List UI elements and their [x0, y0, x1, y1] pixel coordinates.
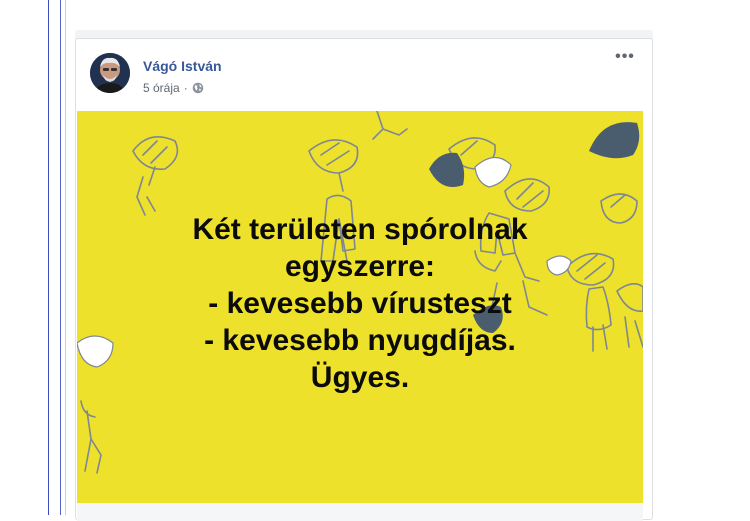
image-text: Két területen spórolnak egyszerre: - kev… [77, 211, 643, 396]
meta-separator: · [183, 81, 188, 95]
page-border-line [65, 0, 66, 515]
post-card: Vágó István 5 órája · ••• Két területen … [75, 38, 653, 521]
post-footer [77, 503, 643, 521]
avatar[interactable] [90, 53, 130, 93]
image-text-line: Két területen spórolnak [192, 213, 528, 246]
image-text-line: Ügyes. [310, 361, 410, 394]
image-text-line: - kevesebb nyugdíjas. [204, 324, 516, 357]
feed-post: Vágó István 5 órája · ••• Két területen … [75, 30, 653, 521]
post-timestamp[interactable]: 5 órája [143, 81, 180, 95]
post-author-link[interactable]: Vágó István [143, 58, 222, 74]
post-image[interactable]: Két területen spórolnak egyszerre: - kev… [77, 111, 643, 503]
more-options-icon[interactable]: ••• [613, 49, 637, 67]
page-border-line [60, 0, 61, 515]
post-meta: 5 órája · [143, 81, 204, 95]
globe-icon[interactable] [192, 82, 204, 94]
image-text-line: - kevesebb vírusteszt [208, 287, 512, 320]
page-border-line [48, 0, 49, 515]
image-text-line: egyszerre: [284, 250, 436, 283]
